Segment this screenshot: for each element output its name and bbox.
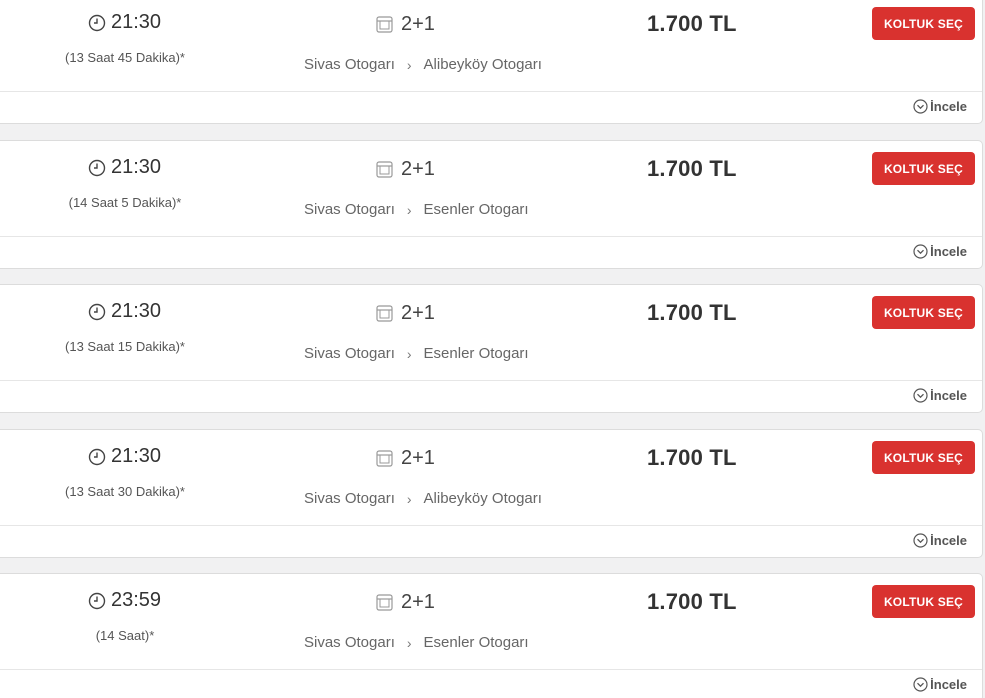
seat-layout-text: 2+1: [401, 158, 435, 180]
seat-layout: 2+1: [376, 158, 435, 181]
trip-card: 21:30 (14 Saat 5 Dakika)* 2+1 Sivas Otog…: [0, 140, 983, 269]
route-from: Sivas Otogarı: [304, 56, 395, 73]
chevron-down-circle-icon: [913, 244, 928, 259]
chevron-right-icon: ›: [406, 634, 412, 651]
ticket-price: 1.700 TL: [647, 11, 737, 36]
details-link[interactable]: İncele: [913, 677, 967, 692]
trip-duration: (14 Saat)*: [95, 628, 155, 643]
seat-icon: [376, 16, 393, 33]
ticket-price: 1.700 TL: [647, 589, 737, 614]
select-seat-button[interactable]: KOLTUK SEÇ: [872, 441, 975, 474]
ticket-price: 1.700 TL: [647, 156, 737, 181]
trip-card: 21:30 (13 Saat 15 Dakika)* 2+1 Sivas Oto…: [0, 284, 983, 413]
trip-duration: (13 Saat 45 Dakika)*: [65, 50, 185, 65]
details-link[interactable]: İncele: [913, 533, 967, 548]
route: Sivas Otogarı › Alibeyköy Otogarı: [304, 490, 542, 507]
departure-time: 23:59: [88, 589, 161, 612]
details-label: İncele: [930, 99, 967, 114]
seat-layout: 2+1: [376, 591, 435, 614]
seat-layout-text: 2+1: [401, 591, 435, 613]
clock-icon: [88, 448, 106, 466]
departure-time-text: 21:30: [111, 156, 162, 178]
ticket-price: 1.700 TL: [647, 445, 737, 470]
chevron-right-icon: ›: [406, 56, 412, 73]
trip-card: 21:30 (13 Saat 45 Dakika)* 2+1 Sivas Oto…: [0, 0, 983, 124]
route: Sivas Otogarı › Alibeyköy Otogarı: [304, 56, 542, 73]
route-to: Alibeyköy Otogarı: [423, 56, 542, 73]
chevron-down-circle-icon: [913, 677, 928, 692]
departure-time: 21:30: [88, 300, 161, 323]
seat-layout-text: 2+1: [401, 13, 435, 35]
details-link[interactable]: İncele: [913, 388, 967, 403]
chevron-down-circle-icon: [913, 533, 928, 548]
seat-icon: [376, 594, 393, 611]
details-label: İncele: [930, 388, 967, 403]
chevron-right-icon: ›: [406, 490, 412, 507]
seat-icon: [376, 305, 393, 322]
trip-list: 21:30 (13 Saat 45 Dakika)* 2+1 Sivas Oto…: [0, 0, 985, 698]
route-to: Esenler Otogarı: [423, 634, 529, 651]
details-label: İncele: [930, 244, 967, 259]
seat-icon: [376, 161, 393, 178]
details-label: İncele: [930, 533, 967, 548]
departure-time: 21:30: [88, 445, 161, 468]
chevron-right-icon: ›: [406, 345, 412, 362]
trip-card: 21:30 (13 Saat 30 Dakika)* 2+1 Sivas Oto…: [0, 429, 983, 558]
seat-layout-text: 2+1: [401, 447, 435, 469]
chevron-down-circle-icon: [913, 99, 928, 114]
route-from: Sivas Otogarı: [304, 490, 395, 507]
seat-layout: 2+1: [376, 302, 435, 325]
departure-time: 21:30: [88, 156, 161, 179]
route-from: Sivas Otogarı: [304, 345, 395, 362]
details-link[interactable]: İncele: [913, 99, 967, 114]
route-from: Sivas Otogarı: [304, 634, 395, 651]
select-seat-button[interactable]: KOLTUK SEÇ: [872, 7, 975, 40]
trip-card: 23:59 (14 Saat)* 2+1 Sivas Otogarı › Ese…: [0, 573, 983, 698]
trip-duration: (13 Saat 15 Dakika)*: [65, 339, 185, 354]
route: Sivas Otogarı › Esenler Otogarı: [304, 201, 529, 218]
select-seat-button[interactable]: KOLTUK SEÇ: [872, 152, 975, 185]
departure-time: 21:30: [88, 11, 161, 34]
seat-layout: 2+1: [376, 447, 435, 470]
seat-layout: 2+1: [376, 13, 435, 36]
departure-time-text: 23:59: [111, 589, 162, 611]
details-label: İncele: [930, 677, 967, 692]
details-link[interactable]: İncele: [913, 244, 967, 259]
seat-icon: [376, 450, 393, 467]
select-seat-button[interactable]: KOLTUK SEÇ: [872, 296, 975, 329]
route: Sivas Otogarı › Esenler Otogarı: [304, 345, 529, 362]
seat-layout-text: 2+1: [401, 302, 435, 324]
trip-duration: (14 Saat 5 Dakika)*: [68, 195, 182, 210]
trip-duration: (13 Saat 30 Dakika)*: [65, 484, 185, 499]
departure-time-text: 21:30: [111, 445, 162, 467]
clock-icon: [88, 159, 106, 177]
clock-icon: [88, 592, 106, 610]
chevron-right-icon: ›: [406, 201, 412, 218]
select-seat-button[interactable]: KOLTUK SEÇ: [872, 585, 975, 618]
route-to: Esenler Otogarı: [423, 201, 529, 218]
clock-icon: [88, 14, 106, 32]
route: Sivas Otogarı › Esenler Otogarı: [304, 634, 529, 651]
route-to: Alibeyköy Otogarı: [423, 490, 542, 507]
departure-time-text: 21:30: [111, 11, 162, 33]
route-from: Sivas Otogarı: [304, 201, 395, 218]
route-to: Esenler Otogarı: [423, 345, 529, 362]
clock-icon: [88, 303, 106, 321]
departure-time-text: 21:30: [111, 300, 162, 322]
chevron-down-circle-icon: [913, 388, 928, 403]
ticket-price: 1.700 TL: [647, 300, 737, 325]
